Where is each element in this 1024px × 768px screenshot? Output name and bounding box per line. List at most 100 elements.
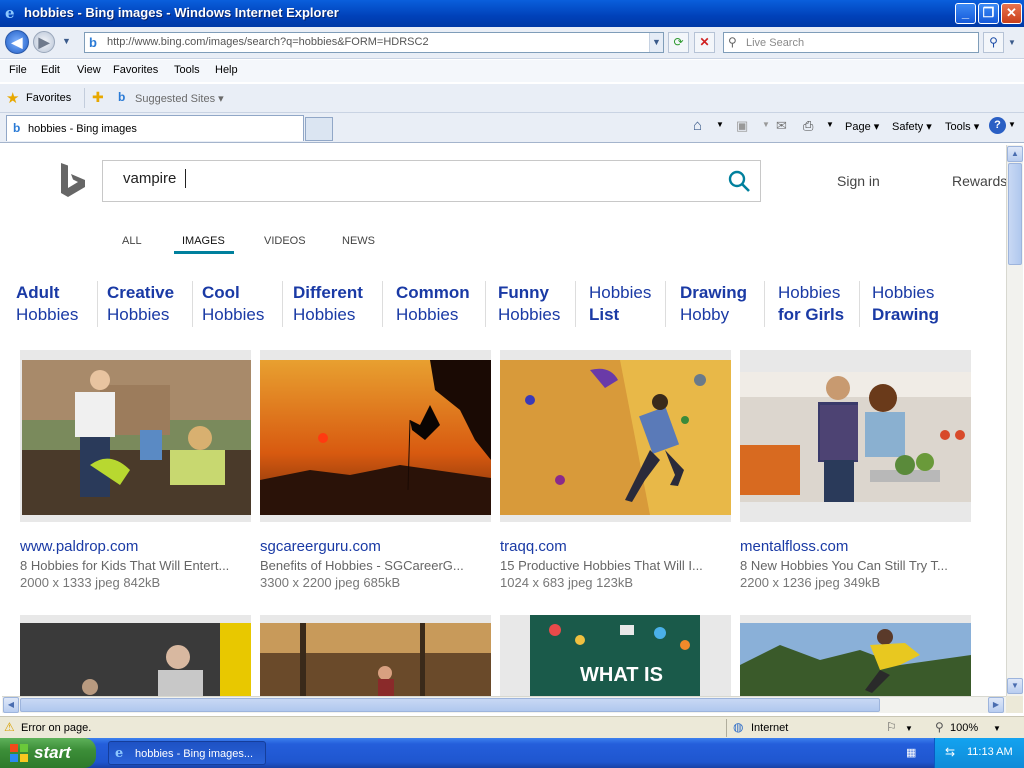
search-icon[interactable] (728, 170, 752, 194)
nav-all[interactable]: ALL (122, 235, 142, 247)
menu-file[interactable]: File (9, 64, 27, 76)
page-menu[interactable]: Page ▾ (845, 120, 879, 133)
back-button[interactable]: ◀ (5, 30, 29, 54)
print-icon[interactable]: ⎙ (803, 118, 813, 134)
result-domain[interactable]: traqq.com (500, 538, 567, 555)
result-domain[interactable]: sgcareerguru.com (260, 538, 381, 555)
clock[interactable]: 11:13 AM (967, 746, 1013, 758)
bing-search-input[interactable]: vampire (123, 170, 176, 187)
tools-menu[interactable]: Tools ▾ (945, 120, 979, 133)
related-hobbies-drawing[interactable]: Hobbies Drawing (872, 282, 962, 326)
taskbar-item-ie[interactable]: e hobbies - Bing images... (108, 741, 266, 765)
result-thumbnail[interactable] (20, 350, 251, 522)
refresh-button[interactable]: ⟳ (668, 32, 689, 53)
menu-favorites[interactable]: Favorites (113, 64, 158, 76)
start-button[interactable]: start (0, 738, 96, 768)
result-description[interactable]: Benefits of Hobbies - SGCareerG... (260, 558, 491, 573)
image-result[interactable]: www.paldrop.com 8 Hobbies for Kids That … (20, 350, 251, 595)
address-dropdown-icon[interactable]: ▼ (649, 33, 663, 52)
forward-button[interactable]: ▶ (33, 31, 55, 53)
image-result[interactable] (740, 615, 971, 696)
network-icon[interactable]: ⇆ (945, 745, 955, 759)
related-separator (97, 281, 98, 327)
live-search-button[interactable]: ⚲ (983, 32, 1004, 53)
rewards-link[interactable]: Rewards (952, 173, 1006, 189)
related-drawing-hobby[interactable]: Drawing Hobby (680, 282, 770, 326)
result-description[interactable]: 15 Productive Hobbies That Will I... (500, 558, 731, 573)
scroll-right-button[interactable]: ▶ (988, 697, 1004, 713)
zoom-dropdown-icon[interactable]: ▼ (993, 724, 1001, 733)
protected-mode-icon[interactable]: ⚐ (886, 720, 897, 734)
minimize-button[interactable]: _ (955, 3, 976, 24)
keyboard-icon[interactable]: ▦ (906, 746, 916, 759)
image-result[interactable]: sgcareerguru.com Benefits of Hobbies - S… (260, 350, 491, 595)
home-dropdown-icon[interactable]: ▼ (716, 120, 724, 129)
horizontal-scrollbar[interactable]: ◀ ▶ (2, 696, 1006, 713)
related-common-hobbies[interactable]: Common Hobbies (396, 282, 486, 326)
address-bar[interactable]: b http://www.bing.com/images/search?q=ho… (84, 32, 664, 53)
image-result[interactable]: traqq.com 15 Productive Hobbies That Wil… (500, 350, 731, 595)
warning-icon[interactable]: ⚠ (4, 720, 15, 734)
related-cool-hobbies[interactable]: Cool Hobbies (202, 282, 292, 326)
scroll-up-button[interactable]: ▲ (1007, 146, 1023, 162)
scroll-down-button[interactable]: ▼ (1007, 678, 1023, 694)
live-search-input[interactable]: ⚲ Live Search (723, 32, 979, 53)
help-dropdown-icon[interactable]: ▼ (1008, 120, 1016, 129)
new-tab-button[interactable] (305, 117, 333, 141)
related-adult-hobbies[interactable]: Adult Hobbies (16, 282, 106, 326)
nav-images[interactable]: IMAGES (182, 235, 225, 247)
result-domain[interactable]: www.paldrop.com (20, 538, 138, 555)
suggested-sites-link[interactable]: Suggested Sites ▾ (135, 92, 224, 105)
result-description[interactable]: 8 Hobbies for Kids That Will Entert... (20, 558, 251, 573)
add-favorite-icon[interactable]: ✚ (92, 89, 104, 106)
result-thumbnail[interactable] (260, 615, 491, 696)
stop-button[interactable]: ✕ (694, 32, 715, 53)
related-hobbies-for-girls[interactable]: Hobbies for Girls (778, 282, 868, 326)
image-result[interactable] (260, 615, 491, 696)
feeds-dropdown-icon[interactable]: ▼ (762, 120, 770, 129)
sign-in-link[interactable]: Sign in (837, 173, 880, 189)
horizontal-scroll-thumb[interactable] (20, 698, 880, 712)
result-thumbnail[interactable] (740, 615, 971, 696)
protected-dropdown-icon[interactable]: ▼ (905, 724, 913, 733)
vertical-scroll-thumb[interactable] (1008, 163, 1022, 265)
print-dropdown-icon[interactable]: ▼ (826, 120, 834, 129)
feeds-icon[interactable]: ▣ (736, 118, 748, 134)
result-thumbnail[interactable] (260, 350, 491, 522)
maximize-button[interactable]: ❐ (978, 3, 999, 24)
menu-tools[interactable]: Tools (174, 64, 200, 76)
bing-logo-icon[interactable] (59, 161, 87, 199)
result-domain[interactable]: mentalfloss.com (740, 538, 848, 555)
zoom-level[interactable]: 100% (950, 722, 978, 734)
home-icon[interactable]: ⌂ (693, 117, 702, 134)
menu-view[interactable]: View (77, 64, 101, 76)
image-result[interactable]: mentalfloss.com 8 New Hobbies You Can St… (740, 350, 971, 595)
read-mail-icon[interactable]: ✉ (776, 118, 787, 134)
result-thumbnail[interactable] (740, 350, 971, 522)
history-dropdown-icon[interactable]: ▼ (62, 36, 71, 46)
vertical-scrollbar[interactable]: ▲ ▼ (1006, 145, 1023, 696)
close-button[interactable]: ✕ (1001, 3, 1022, 24)
menu-edit[interactable]: Edit (41, 64, 60, 76)
menu-help[interactable]: Help (215, 64, 238, 76)
related-different-hobbies[interactable]: Different Hobbies (293, 282, 383, 326)
result-thumbnail[interactable]: WHAT IS (500, 615, 731, 696)
related-creative-hobbies[interactable]: Creative Hobbies (107, 282, 197, 326)
zoom-icon[interactable]: ⚲ (935, 720, 944, 734)
image-result[interactable] (20, 615, 251, 696)
favorites-button[interactable]: Favorites (26, 92, 71, 104)
status-text[interactable]: Error on page. (21, 722, 91, 734)
result-thumbnail[interactable] (20, 615, 251, 696)
help-icon[interactable]: ? (989, 117, 1006, 134)
address-url[interactable]: http://www.bing.com/images/search?q=hobb… (107, 36, 429, 48)
result-thumbnail[interactable] (500, 350, 731, 522)
scroll-left-button[interactable]: ◀ (3, 697, 19, 713)
tab-hobbies[interactable]: b hobbies - Bing images (6, 115, 304, 141)
safety-menu[interactable]: Safety ▾ (892, 120, 932, 133)
nav-news[interactable]: NEWS (342, 235, 375, 247)
nav-videos[interactable]: VIDEOS (264, 235, 306, 247)
result-description[interactable]: 8 New Hobbies You Can Still Try T... (740, 558, 971, 573)
image-result[interactable]: WHAT IS (500, 615, 731, 696)
bing-search-box[interactable]: vampire (102, 160, 761, 202)
search-options-icon[interactable]: ▼ (1008, 38, 1016, 47)
